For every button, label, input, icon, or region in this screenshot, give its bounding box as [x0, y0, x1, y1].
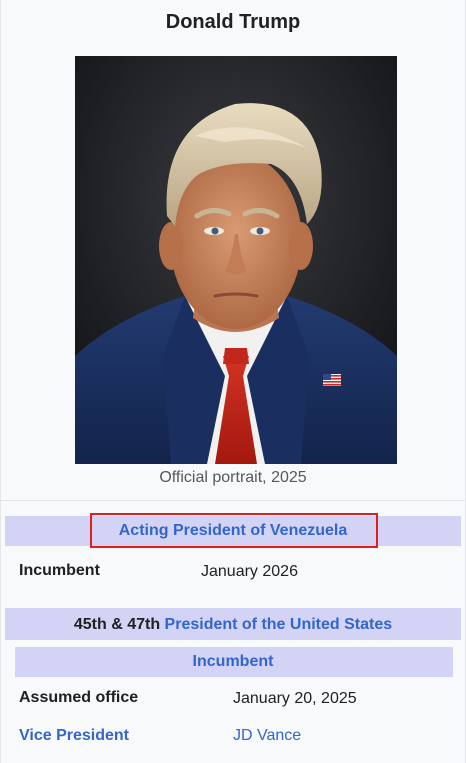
vice-president-label: Vice President: [19, 726, 129, 746]
assumed-office-label: Assumed office: [19, 689, 139, 706]
vice-president-value-link[interactable]: JD Vance: [233, 727, 301, 744]
portrait-image[interactable]: [75, 56, 397, 464]
us-office-order: 45th & 47th: [73, 616, 165, 633]
incumbent-link[interactable]: Incumbent: [193, 653, 274, 670]
highlight-box: [90, 513, 378, 548]
assumed-office-value: January 20, 2025: [233, 690, 357, 707]
divider: [1, 500, 465, 501]
portrait-caption: Official portrait, 2025: [159, 469, 307, 486]
infobox: Donald Trump Official portrait, 2025 Act…: [0, 0, 466, 763]
us-office-link[interactable]: President of the United States: [165, 616, 393, 633]
venezuela-status-value: January 2026: [201, 563, 298, 580]
office-header-us-text: 45th & 47th President of the United Stat…: [1, 615, 465, 635]
infobox-title: Donald Trump: [165, 11, 301, 33]
vice-president-value: JD Vance: [233, 726, 301, 746]
vice-president-label-link[interactable]: Vice President: [19, 727, 129, 744]
us-status-band-text: Incumbent: [1, 652, 465, 672]
venezuela-status-label: Incumbent: [19, 562, 100, 579]
